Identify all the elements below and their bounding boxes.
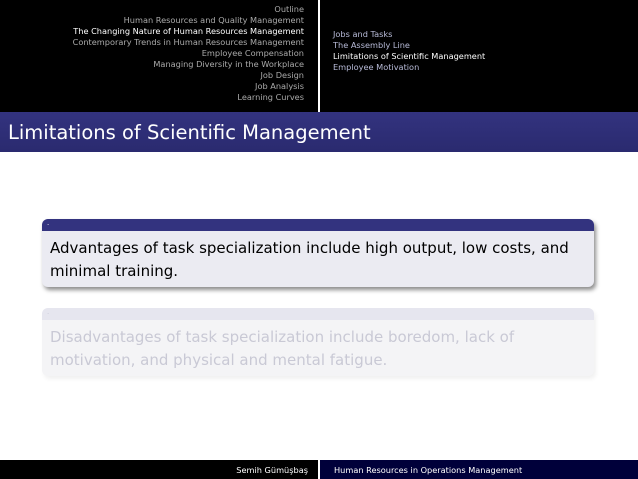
block-header: · [42,219,594,231]
subsection-navigation: Jobs and Tasks The Assembly Line Limitat… [333,29,485,73]
nav-section-learning-curves[interactable]: Learning Curves [237,92,316,103]
frame-title: Limitations of Scientific Management [8,120,371,144]
block-text: Advantages of task specialization includ… [50,239,569,280]
block-header: · [42,308,594,320]
footer-author-panel: Semih Gümüşbaş [0,460,316,479]
advantages-block: · Advantages of task specialization incl… [42,219,594,287]
nav-subsection-employee-motivation[interactable]: Employee Motivation [333,62,485,73]
nav-section-managing-diversity[interactable]: Managing Diversity in the Workplace [153,59,316,70]
footer-bar: Semih Gümüşbaş Human Resources in Operat… [0,460,638,479]
nav-section-employee-compensation[interactable]: Employee Compensation [202,48,316,59]
nav-section-job-analysis[interactable]: Job Analysis [255,81,316,92]
navigation-header: Outline Human Resources and Quality Mana… [0,0,638,112]
header-divider [318,0,320,112]
nav-section-job-design[interactable]: Job Design [261,70,317,81]
frame-title-bar: Limitations of Scientific Management [0,112,638,152]
disadvantages-block: · Disadvantages of task specialization i… [42,308,594,376]
section-navigation: Outline Human Resources and Quality Mana… [0,4,316,103]
nav-section-hr-quality[interactable]: Human Resources and Quality Management [124,15,316,26]
nav-section-contemporary-trends[interactable]: Contemporary Trends in Human Resources M… [73,37,316,48]
footer-author: Semih Gümüşbaş [236,464,308,475]
nav-subsection-assembly-line[interactable]: The Assembly Line [333,40,485,51]
footer-title-panel: Human Resources in Operations Management [320,460,638,479]
nav-section-outline[interactable]: Outline [274,4,316,15]
footer-short-title: Human Resources in Operations Management [334,464,523,475]
nav-section-changing-nature[interactable]: The Changing Nature of Human Resources M… [73,26,316,37]
nav-subsection-limitations[interactable]: Limitations of Scientific Management [333,51,485,62]
block-text: Disadvantages of task specialization inc… [50,328,515,369]
nav-subsection-jobs-tasks[interactable]: Jobs and Tasks [333,29,485,40]
